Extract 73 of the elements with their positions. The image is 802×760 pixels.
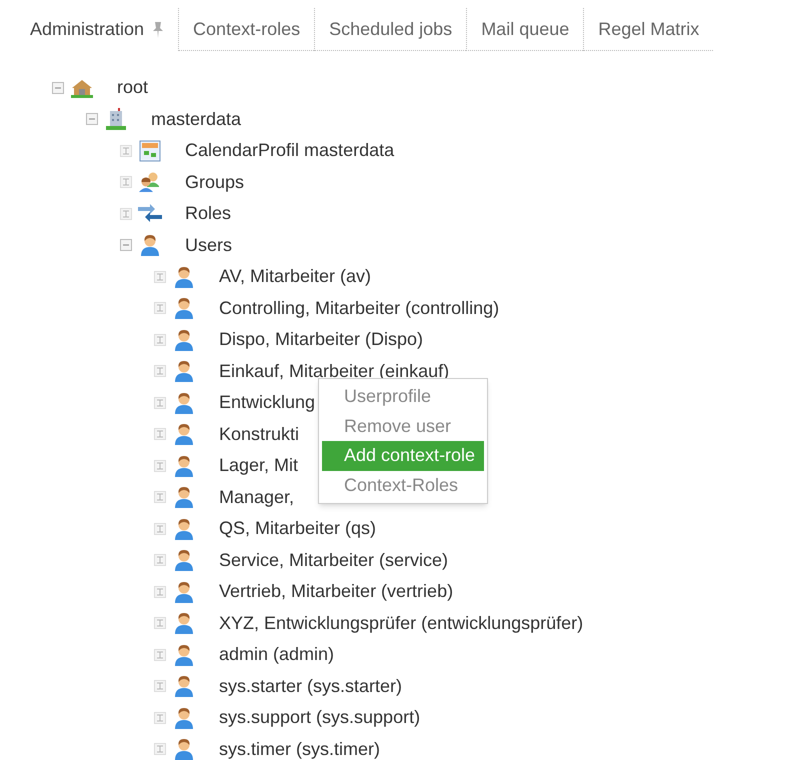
user-icon <box>174 644 194 666</box>
user-icon <box>174 706 194 729</box>
expand-icon[interactable] <box>154 334 166 346</box>
expand-icon[interactable] <box>154 302 166 314</box>
tree-item[interactable]: sys.support (sys.support) <box>219 704 420 732</box>
expand-icon[interactable] <box>120 176 132 188</box>
user-icon <box>174 675 194 698</box>
tab[interactable]: Context-roles <box>178 8 314 51</box>
house-icon <box>70 78 94 98</box>
tree-item[interactable]: QS, Mitarbeiter (qs) <box>219 515 376 542</box>
tree-item[interactable]: Service, Mitarbeiter (service) <box>219 546 448 574</box>
expand-icon[interactable] <box>154 491 166 504</box>
tree-item[interactable]: CalendarProfil masterdata <box>185 137 394 164</box>
expand-icon[interactable] <box>120 144 132 157</box>
expand-icon[interactable] <box>154 270 166 283</box>
collapse-icon[interactable] <box>52 82 64 94</box>
expand-icon[interactable] <box>154 617 166 630</box>
expand-icon[interactable] <box>154 648 166 661</box>
expand-icon[interactable] <box>154 743 166 756</box>
people-icon <box>138 171 162 194</box>
tree-item[interactable]: XYZ, Entwicklungsprüfer (entwicklungsprüfer) <box>219 610 584 637</box>
user-icon <box>174 328 194 351</box>
tree-item[interactable]: sys.starter (sys.starter) <box>219 672 402 700</box>
tree-item[interactable]: Manager, <box>219 484 294 511</box>
tab[interactable]: Administration <box>16 8 178 51</box>
tree-item[interactable]: Controlling, Mitarbeiter (controlling) <box>219 294 500 322</box>
user-icon <box>174 518 194 540</box>
expand-icon[interactable] <box>154 712 166 724</box>
building-icon <box>105 108 127 130</box>
tree-item[interactable]: Groups <box>185 168 244 196</box>
calendar-icon <box>139 140 161 162</box>
tree-item[interactable]: Konstrukti <box>219 420 300 448</box>
user-icon <box>174 738 194 760</box>
user-icon <box>174 297 194 320</box>
tree-item[interactable]: admin (admin) <box>219 641 334 668</box>
tab[interactable]: Mail queue <box>466 8 584 51</box>
user-icon <box>174 266 194 288</box>
user-icon <box>174 612 194 634</box>
expand-icon[interactable] <box>154 554 166 566</box>
expand-icon[interactable] <box>154 522 166 535</box>
user-icon <box>174 486 194 508</box>
expand-icon[interactable] <box>154 396 166 409</box>
tree-item[interactable]: masterdata <box>151 106 242 133</box>
menu-item[interactable]: Context-Roles <box>322 470 484 500</box>
user-icon <box>174 454 194 477</box>
user-icon <box>174 549 194 572</box>
expand-icon[interactable] <box>120 208 132 220</box>
expand-icon[interactable] <box>154 365 166 378</box>
expand-icon[interactable] <box>154 680 166 692</box>
menu-item[interactable]: Userprofile <box>322 382 484 412</box>
collapse-icon[interactable] <box>86 113 98 126</box>
tab[interactable]: Scheduled jobs <box>314 8 466 51</box>
expand-icon[interactable] <box>154 428 166 440</box>
tree-item[interactable]: Users <box>185 232 232 259</box>
tree-item[interactable]: Roles <box>185 200 232 228</box>
tree-item[interactable]: Lager, Mit <box>219 452 298 480</box>
user-icon <box>174 392 194 414</box>
collapse-icon[interactable] <box>120 239 132 252</box>
user-icon <box>174 360 194 382</box>
tab[interactable]: Regel Matrix <box>583 8 714 51</box>
tree-item[interactable]: root <box>117 74 148 102</box>
user-icon <box>140 234 160 256</box>
tree-item[interactable]: AV, Mitarbeiter (av) <box>219 263 372 290</box>
user-icon <box>174 423 194 446</box>
user-icon <box>174 580 194 603</box>
tree-item[interactable]: Vertrieb, Mitarbeiter (vertrieb) <box>219 578 454 606</box>
expand-icon[interactable] <box>154 586 166 598</box>
tree-item[interactable]: sys.timer (sys.timer) <box>219 736 380 760</box>
arrows-icon <box>137 204 163 224</box>
tree-item[interactable]: Entwicklung <box>219 389 316 416</box>
menu-item[interactable]: Remove user <box>322 412 484 441</box>
tree-item[interactable]: Dispo, Mitarbeiter (Dispo) <box>219 326 424 354</box>
expand-icon[interactable] <box>154 460 166 472</box>
